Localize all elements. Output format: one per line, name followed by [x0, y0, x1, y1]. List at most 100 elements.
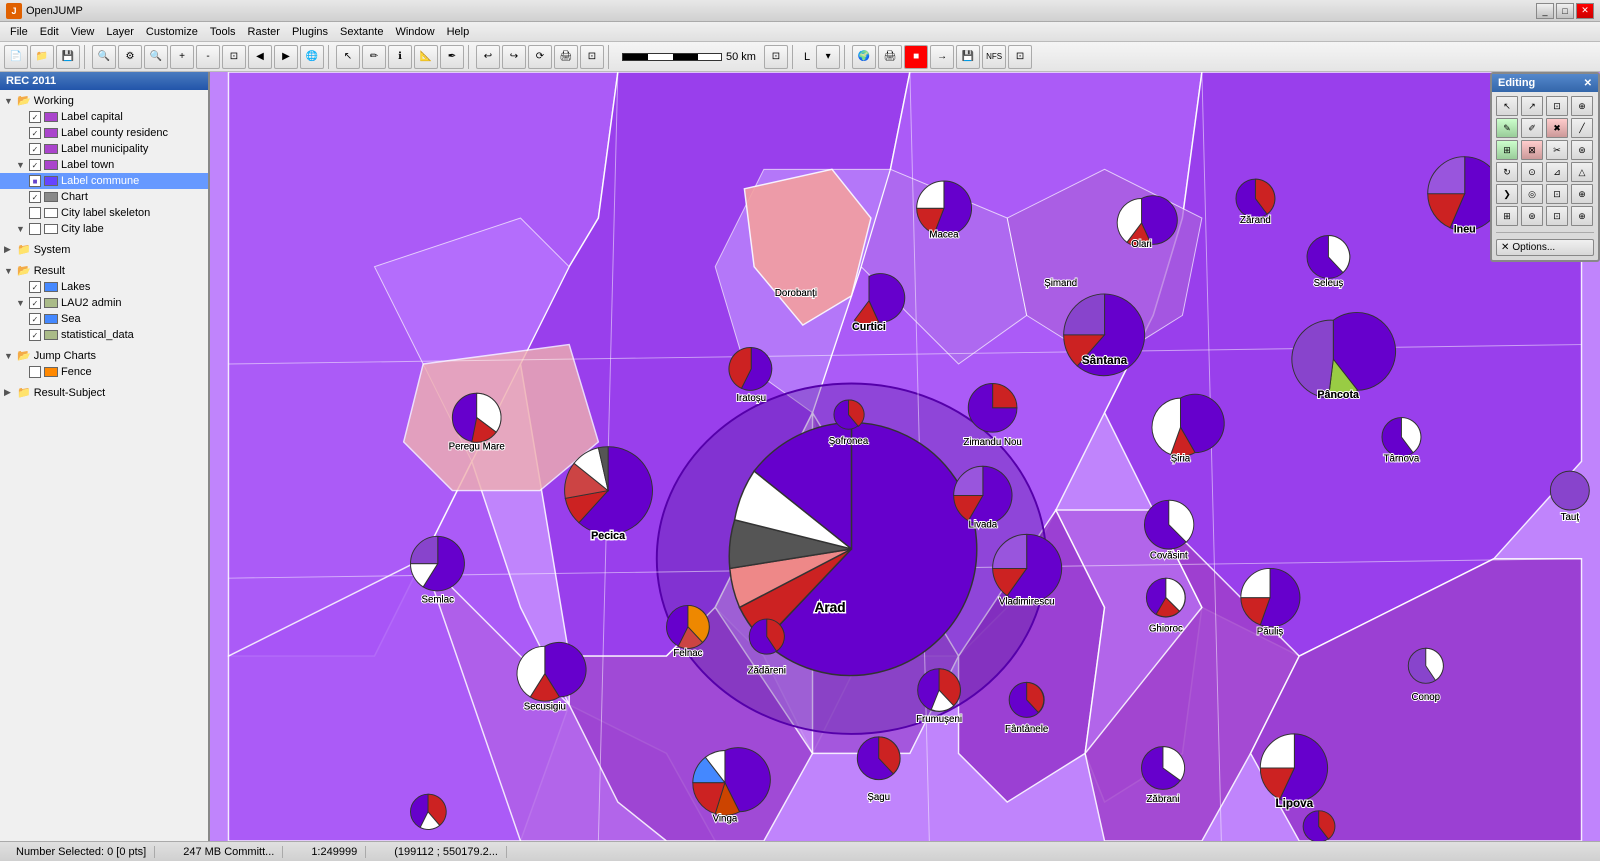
minimize-button[interactable]: _: [1536, 3, 1554, 19]
tb-info[interactable]: ℹ: [388, 45, 412, 69]
layer-city-skeleton[interactable]: City label skeleton: [0, 205, 208, 221]
ep-btn-add-vertex[interactable]: ⊞: [1496, 140, 1518, 160]
menu-view[interactable]: View: [65, 24, 101, 40]
layer-sea[interactable]: Sea: [0, 311, 208, 327]
tb-redo[interactable]: ⚙: [118, 45, 142, 69]
tb-edit[interactable]: ✏: [362, 45, 386, 69]
ep-btn-select-box[interactable]: ⊡: [1546, 96, 1568, 116]
layer-chart[interactable]: Chart: [0, 189, 208, 205]
tb-open[interactable]: 📁: [30, 45, 54, 69]
menu-edit[interactable]: Edit: [34, 24, 65, 40]
layer-label-commune[interactable]: Label commune: [0, 173, 208, 189]
tb-refresh[interactable]: ⟳: [528, 45, 552, 69]
tb-draw[interactable]: ✒: [440, 45, 464, 69]
menu-plugins[interactable]: Plugins: [286, 24, 334, 40]
tb-pan[interactable]: 🔍: [144, 45, 168, 69]
tb-select[interactable]: ↖: [336, 45, 360, 69]
ep-btn-edit-pencil[interactable]: ✎: [1496, 118, 1518, 138]
menu-window[interactable]: Window: [389, 24, 440, 40]
cb-label-municipality[interactable]: [29, 143, 41, 155]
layer-label-capital[interactable]: Label capital: [0, 109, 208, 125]
cb-statistical[interactable]: [29, 329, 41, 341]
menu-sextante[interactable]: Sextante: [334, 24, 389, 40]
cb-city-label[interactable]: [29, 223, 41, 235]
result-group-header[interactable]: ▼ 📂 Result: [0, 262, 208, 279]
ep-btn-remove-vertex[interactable]: ⊠: [1521, 140, 1543, 160]
cb-fence[interactable]: [29, 366, 41, 378]
tb-undo-edit[interactable]: ↩: [476, 45, 500, 69]
ep-btn-arrow-r[interactable]: ❯: [1496, 184, 1518, 204]
ep-btn-snap[interactable]: ⊿: [1546, 162, 1568, 182]
ep-btn-select-multi[interactable]: ↗: [1521, 96, 1543, 116]
ep-btn-plus[interactable]: ⊕: [1571, 184, 1593, 204]
tb-globe[interactable]: 🌍: [852, 45, 876, 69]
options-button[interactable]: ✕ Options...: [1496, 239, 1594, 256]
tb-arrow[interactable]: →: [930, 45, 954, 69]
layer-label-town[interactable]: ▼ Label town: [0, 157, 208, 173]
menu-layer[interactable]: Layer: [100, 24, 140, 40]
cb-label-commune[interactable]: [29, 175, 41, 187]
ep-btn-square2[interactable]: ⊡: [1546, 184, 1568, 204]
tb-undo[interactable]: 🔍: [92, 45, 116, 69]
layer-lakes[interactable]: Lakes: [0, 279, 208, 295]
cb-chart[interactable]: [29, 191, 41, 203]
menu-customize[interactable]: Customize: [140, 24, 204, 40]
cb-label-town[interactable]: [29, 159, 41, 171]
ep-btn-edit-draw[interactable]: ✐: [1521, 118, 1543, 138]
window-controls[interactable]: _ □ ✕: [1536, 3, 1594, 19]
layer-label-county[interactable]: Label county residenc: [0, 125, 208, 141]
ep-btn-merge[interactable]: ⊛: [1571, 140, 1593, 160]
maximize-button[interactable]: □: [1556, 3, 1574, 19]
ep-btn-star[interactable]: ⊛: [1521, 206, 1543, 226]
ep-btn-rotate[interactable]: ↻: [1496, 162, 1518, 182]
tb-zoom-prev[interactable]: ◀: [248, 45, 272, 69]
ep-btn-select-arrow[interactable]: ↖: [1496, 96, 1518, 116]
editing-panel-close[interactable]: ✕: [1584, 78, 1592, 89]
tb-zoom-out[interactable]: -: [196, 45, 220, 69]
jump-charts-group-header[interactable]: ▼ 📂 Jump Charts: [0, 347, 208, 364]
layer-statistical[interactable]: statistical_data: [0, 327, 208, 343]
layer-fence[interactable]: Fence: [0, 364, 208, 380]
ep-btn-scissors[interactable]: ✂: [1546, 140, 1568, 160]
ep-btn-transform[interactable]: ⊙: [1521, 162, 1543, 182]
tb-print[interactable]: 🖨: [554, 45, 578, 69]
layer-label-municipality[interactable]: Label municipality: [0, 141, 208, 157]
tb-save[interactable]: 💾: [56, 45, 80, 69]
ep-btn-copy[interactable]: ⊡: [1546, 206, 1568, 226]
cb-label-capital[interactable]: [29, 111, 41, 123]
tb-new[interactable]: 📄: [4, 45, 28, 69]
tb-window[interactable]: ⊡: [580, 45, 604, 69]
cb-lakes[interactable]: [29, 281, 41, 293]
ep-btn-circle[interactable]: ◎: [1521, 184, 1543, 204]
tb-measure[interactable]: 📐: [414, 45, 438, 69]
tb-nfs[interactable]: NFS: [982, 45, 1006, 69]
cb-lau2[interactable]: [29, 297, 41, 309]
tb-redo-edit[interactable]: ↪: [502, 45, 526, 69]
ep-btn-paste[interactable]: ⊕: [1571, 206, 1593, 226]
tb-red[interactable]: ■: [904, 45, 928, 69]
working-group-header[interactable]: ▼ 📂 Working: [0, 92, 208, 109]
cb-sea[interactable]: [29, 313, 41, 325]
menu-tools[interactable]: Tools: [204, 24, 242, 40]
close-button[interactable]: ✕: [1576, 3, 1594, 19]
ep-btn-select-cross[interactable]: ⊕: [1571, 96, 1593, 116]
tb-print2[interactable]: 🖨: [878, 45, 902, 69]
system-group-header[interactable]: ▶ 📁 System: [0, 241, 208, 258]
map-area[interactable]: Arad Arad Pecica Pecica Curtici Curtici …: [210, 72, 1600, 841]
layer-lau2[interactable]: ▼ LAU2 admin: [0, 295, 208, 311]
cb-city-skeleton[interactable]: [29, 207, 41, 219]
menu-file[interactable]: File: [4, 24, 34, 40]
tb-zoom-next[interactable]: ▶: [274, 45, 298, 69]
tb-zoom-dropdown[interactable]: ▾: [816, 45, 840, 69]
ep-btn-cut[interactable]: ╱: [1571, 118, 1593, 138]
tb-zoom-in[interactable]: +: [170, 45, 194, 69]
ep-btn-triangle[interactable]: △: [1571, 162, 1593, 182]
tb-zoom-fit[interactable]: ⊡: [222, 45, 246, 69]
tb-scale-btn[interactable]: ⊡: [764, 45, 788, 69]
menu-help[interactable]: Help: [441, 24, 476, 40]
ep-btn-delete[interactable]: ✖: [1546, 118, 1568, 138]
tb-full-extent[interactable]: 🌐: [300, 45, 324, 69]
cb-label-county[interactable]: [29, 127, 41, 139]
result-subject-group-header[interactable]: ▶ 📁 Result-Subject: [0, 384, 208, 401]
layer-city-label[interactable]: ▼ City labe: [0, 221, 208, 237]
